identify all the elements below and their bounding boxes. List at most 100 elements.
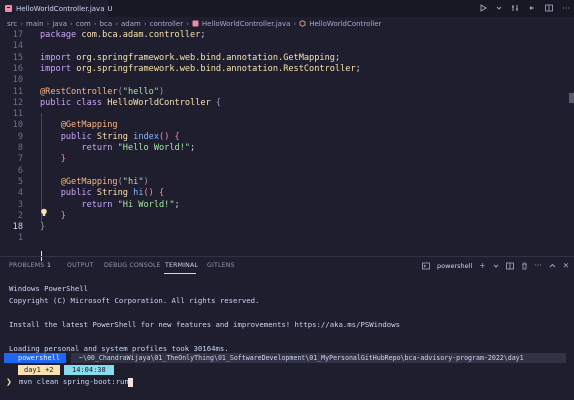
breadcrumb-class[interactable]: HelloWorldController [309,20,381,28]
code-text: public String index() { [40,132,180,143]
code-editor[interactable]: 17 package com.bca.adam.controller; 14 15 im… [0,30,574,261]
code-token: ; [355,63,361,74]
git-branch-segment: day1 +2 [18,365,60,375]
code-text: @GetMapping [40,120,118,131]
scrollbar-overview[interactable] [568,30,574,256]
chevron-right-icon: › [143,19,147,28]
code-line[interactable]: 14 [0,41,566,52]
code-token: public [40,188,97,199]
breadcrumb-bca[interactable]: bca [100,20,113,28]
tab-debug-console[interactable]: DEBUG CONSOLE [104,262,161,269]
chevron-right-icon: › [293,19,297,28]
tab-output[interactable]: OUTPUT [67,262,93,269]
code-line[interactable]: 11 [0,109,566,120]
tab-terminal[interactable]: TERMINAL [165,262,198,269]
editor-tab-hello-world-controller[interactable]: HelloWorldController.java U [0,0,113,17]
breadcrumb-main[interactable]: main [26,20,44,28]
code-text: return "Hello World!"; [40,143,195,154]
code-line[interactable]: 2 } [0,211,566,222]
close-icon[interactable]: ✕ [563,262,569,270]
code-token: ; [200,30,206,40]
code-line[interactable]: 5 @GetMapping("hi") [0,177,566,188]
code-token: { [215,97,222,108]
code-text: import org.springframework.web.bind.anno… [40,64,361,75]
code-token: GetMapping [283,52,335,63]
code-token: @GetMapping [40,120,118,131]
breadcrumb-java[interactable]: java [52,20,67,28]
line-number: 17 [12,30,23,40]
code-line[interactable]: 3 return "Hi World!"; [0,200,566,211]
more-actions-icon[interactable]: ··· [535,262,542,270]
tab-gitlens[interactable]: GITLENS [207,262,235,269]
code-line[interactable]: 1 [0,233,566,244]
breadcrumb-adam[interactable]: adam [121,20,141,28]
code-line[interactable]: 15 import org.springframework.web.bind.an… [0,53,566,64]
code-line[interactable]: 18} [0,222,566,233]
breadcrumb-com[interactable]: com [76,20,91,28]
code-line[interactable]: 10 @GetMapping [0,120,566,131]
split-editor-icon[interactable] [545,4,554,14]
line-number: 16 [12,63,23,74]
editor-actions: ··· [479,0,570,17]
code-token: package [40,30,82,40]
prompt-line-2: day1 +2 14:04:38 [0,365,200,375]
breadcrumb-src[interactable]: src [7,20,17,28]
code-text: return "Hi World!"; [40,199,179,211]
line-number: 4 [17,188,23,199]
terminal-line: Windows PowerShell [9,284,89,293]
line-number: 1 [17,233,23,244]
prompt-path-segment: ~\00_ChandraWijaya\01_TheOnlyThing\01_So… [71,353,566,363]
code-line[interactable]: 7 } [0,154,566,165]
code-text: package com.bca.adam.controller; [40,30,206,41]
code-line[interactable]: 16 import org.springframework.web.bind.an… [0,64,566,75]
panel-tabs: PROBLEMS 1 OUTPUT DEBUG CONSOLE TERMINAL… [0,257,574,276]
prompt-input-line[interactable]: ❯ mvn clean spring-boot:run [0,377,300,387]
code-token: "hello" [122,86,160,97]
run-icon[interactable] [479,3,488,14]
add-terminal-icon[interactable]: + [479,262,485,270]
more-actions-icon[interactable]: ··· [562,4,570,13]
scrollbar-thumb[interactable] [569,93,574,103]
line-number: 10 [12,120,23,131]
code-text: @RestController("hello") [40,87,164,98]
code-line[interactable]: 10 [0,75,566,86]
chevron-down-icon[interactable] [496,4,502,14]
tab-title: HelloWorldController.java [16,4,105,13]
go-back-icon[interactable] [528,4,536,14]
lightbulb-icon[interactable] [40,208,48,217]
code-text: public class HelloWorldController { [40,98,221,109]
line-number: 6 [17,165,23,176]
compare-changes-icon[interactable] [511,4,519,14]
breadcrumb-controller[interactable]: controller [150,20,183,28]
breadcrumb-file[interactable]: HelloWorldController.java [202,20,290,28]
terminal-shell-label[interactable]: powershell [437,262,472,270]
code-token: @RestController [40,86,118,97]
code-line[interactable]: 12 public class HelloWorldController { [0,98,566,109]
code-line[interactable]: 4 public String hi() { [0,188,566,199]
code-token: return [40,199,118,210]
code-line[interactable]: 17 package com.bca.adam.controller; [0,30,566,41]
code-line[interactable]: 11 @RestController("hello") [0,87,566,98]
maximize-panel-icon[interactable] [549,262,556,270]
java-file-icon [4,4,13,13]
split-terminal-icon[interactable] [505,262,514,270]
code-line[interactable]: 6 [0,166,566,177]
code-token: hi [133,188,144,199]
code-token: "hi" [122,176,144,187]
terminal-command[interactable]: mvn clean spring-boot:run [19,377,129,387]
code-token: com.bca.adam.controller [81,30,201,40]
chevron-down-icon[interactable] [493,262,499,270]
trash-icon[interactable] [521,262,528,270]
breadcrumb: src › main › java › com › bca › adam › control… [7,17,381,30]
line-number: 11 [12,86,23,97]
code-token: import [40,52,77,63]
code-line[interactable]: 8 return "Hello World!"; [0,143,566,154]
chevron-right-icon: › [115,19,119,28]
code-token: public [40,131,97,142]
code-token: } [40,154,66,165]
prompt-shell-segment: powershell [4,353,67,363]
code-line[interactable]: 9 public String index() { [0,132,566,143]
code-token: () { [143,188,165,199]
tab-problems[interactable]: PROBLEMS [9,262,44,269]
chevron-right-icon: › [70,19,73,28]
